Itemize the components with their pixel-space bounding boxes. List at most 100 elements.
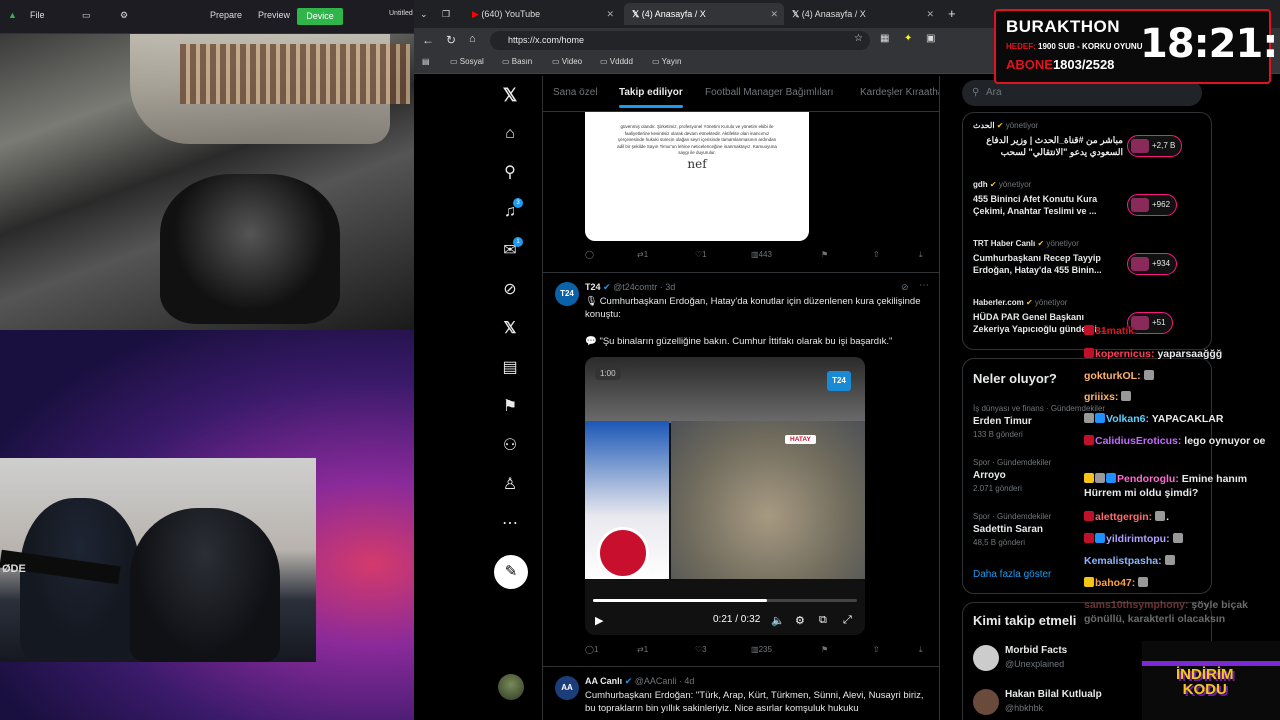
feed-tabs: Sana özel Takip ediliyor Football Manage… <box>543 76 939 112</box>
aa-avatar[interactable]: AA <box>555 676 579 700</box>
video-place-tag: HATAY <box>785 435 816 444</box>
chat-message: kopernicus: yaparsaağğğ <box>1084 347 1278 361</box>
download-icon[interactable]: ⤓ <box>919 250 923 260</box>
bookmark-sosyal[interactable]: ▭ Sosyal <box>450 57 484 66</box>
video-progress-bar[interactable] <box>593 599 857 602</box>
like-icon[interactable]: ♡ 1 <box>695 250 707 259</box>
reply-icon[interactable]: ◯ <box>585 250 594 259</box>
extension-2-icon[interactable]: ✦ <box>904 33 912 44</box>
more-icon[interactable]: ⋯ <box>499 513 521 535</box>
show-more-link[interactable]: Daha fazla göster <box>973 569 1051 580</box>
tab-youtube[interactable]: ▶ (640) YouTube ✕ <box>464 3 620 25</box>
chat-message: Kemalistpasha: <box>1084 554 1278 568</box>
download-icon[interactable]: ⤓ <box>919 645 923 655</box>
bookmark-basin[interactable]: ▭ Basın <box>502 57 532 66</box>
video-controls: ▶ 0:21 / 0:32 🔈 ⚙ ⧉ ⤢ <box>585 579 865 635</box>
tab-for-you[interactable]: Sana özel <box>553 87 597 98</box>
live-item-3[interactable]: TRT Haber Canlı ✔ yönetiyor Cumhurbaşkan… <box>973 239 1203 276</box>
t24-avatar[interactable]: T24 <box>555 282 579 306</box>
grok-post-icon[interactable]: ⊘ <box>901 282 909 293</box>
trend-item[interactable]: Spor · Gündemdekiler Arroyo 2.071 gönderi <box>973 457 1051 494</box>
chat-message: alettgergin: . <box>1084 510 1278 524</box>
notifications-bell-icon[interactable]: ♫ 3 <box>499 198 523 223</box>
stream-info-overlay: BURAKTHON HEDEF: 1900 SUB - KORKU OYUNU … <box>994 9 1280 84</box>
live-item-1[interactable]: الحدث ✔ yönetiyor مباشر من #قناة_الحدث |… <box>973 121 1203 158</box>
tab-x-home-active[interactable]: 𝕏 (4) Anasayfa / X ✕ <box>624 3 784 25</box>
share-icon[interactable]: ⇧ <box>873 645 880 654</box>
retweet-icon[interactable]: ⇄ 1 <box>637 645 648 654</box>
post-video-player[interactable]: HATAY 1:00 T24 ▶ 0:21 / 0:32 🔈 ⚙ ⧉ ⤢ <box>585 357 865 635</box>
tab-x-home[interactable]: 𝕏 (4) Anasayfa / X ✕ <box>784 3 940 25</box>
share-icon[interactable]: ⇧ <box>873 250 880 259</box>
grok-icon[interactable]: ⊘ <box>499 279 521 301</box>
new-tab-button[interactable]: + <box>948 3 964 25</box>
bookmarks-icon[interactable]: ⚑ <box>499 396 521 418</box>
views-icon[interactable]: ▥ 235 <box>751 645 772 654</box>
bookmark-menu-icon[interactable]: ▤ <box>422 57 430 66</box>
trend-item[interactable]: Spor · Gündemdekiler Sadettin Saran 48,5 B… <box>973 511 1051 548</box>
account-avatar[interactable] <box>498 674 524 700</box>
explore-search-icon[interactable]: ⚲ <box>499 162 521 184</box>
pip-icon[interactable]: ⧉ <box>819 614 827 627</box>
back-icon[interactable]: ← <box>422 33 434 47</box>
like-icon[interactable]: ♡ 3 <box>695 645 707 654</box>
favorite-star-icon[interactable]: ☆ <box>854 33 863 44</box>
author-handle[interactable]: @t24comtr · 3d <box>613 282 675 292</box>
obs-logo-icon: ▲ <box>8 10 17 20</box>
bookmark-vdddd[interactable]: ▭ Vdddd <box>600 57 633 66</box>
post-more-icon[interactable]: ⋯ <box>919 280 929 291</box>
folder-icon[interactable]: ▭ <box>82 10 91 21</box>
bookmark-icon[interactable]: ⚑ <box>821 645 828 654</box>
premium-x-icon[interactable]: 𝕏 <box>499 318 521 340</box>
obs-file-menu[interactable]: File <box>30 10 45 20</box>
subscriber-count: ABONE1803/2528 <box>1006 57 1115 72</box>
webcam-top-feed <box>0 34 414 330</box>
play-icon[interactable]: ▶ <box>595 614 603 627</box>
tab-fm-list[interactable]: Football Manager Bağımlıları <box>705 87 833 98</box>
tab-following[interactable]: Takip ediliyor <box>619 87 683 108</box>
author-handle[interactable]: @AACanli · 4d <box>635 676 695 686</box>
discount-code-overlay: İNDİRİM KODU <box>1142 641 1280 720</box>
fullscreen-icon[interactable]: ⤢ <box>843 614 852 627</box>
views-icon[interactable]: ▥ 443 <box>751 250 772 259</box>
author-name[interactable]: AA Canlı <box>585 676 622 686</box>
home-icon[interactable]: ⌂ <box>469 33 476 45</box>
refresh-icon[interactable]: ↻ <box>446 33 456 47</box>
retweet-icon[interactable]: ⇄ 1 <box>637 250 648 259</box>
post-document-image[interactable]: güvenmiş olandır. Şirketimiz, profesyone… <box>585 112 809 241</box>
communities-icon[interactable]: ⚇ <box>499 435 521 457</box>
chat-message: 31matik <box>1084 324 1278 338</box>
messages-mail-icon[interactable]: ✉ 1 <box>499 237 523 262</box>
profile-icon[interactable]: ♙ <box>499 474 521 496</box>
device-tab[interactable]: Device <box>297 8 343 25</box>
extension-3-icon[interactable]: ▣ <box>926 33 935 44</box>
reply-icon[interactable]: ◯ 1 <box>585 645 598 654</box>
lists-icon[interactable]: ▤ <box>499 357 521 379</box>
preview-tab[interactable]: Preview <box>258 10 290 20</box>
extension-icon[interactable]: ▦ <box>880 33 889 44</box>
tab-actions-icon[interactable]: ❐ <box>442 3 458 25</box>
promo-line-1: İNDİRİM <box>1176 666 1234 683</box>
tab-kardesler-list[interactable]: Kardeşler Kıraathanesi <box>860 87 939 98</box>
author-name[interactable]: T24 <box>585 282 601 292</box>
compose-post-button[interactable]: ✎ <box>494 555 528 589</box>
timeline-feed: Sana özel Takip ediliyor Football Manage… <box>542 76 940 720</box>
x-logo-icon[interactable]: 𝕏 <box>499 84 521 106</box>
post-2-text: 🎙 Cumhurbaşkanı Erdoğan, Hatay'da konutl… <box>585 296 921 320</box>
volume-icon[interactable]: 🔈 <box>771 614 785 627</box>
verified-badge-icon: ✔ <box>624 676 633 686</box>
chat-message: baho47: <box>1084 576 1278 590</box>
stream-clock: 18:21:53 <box>1140 21 1280 67</box>
bookmark-video[interactable]: ▭ Video <box>552 57 582 66</box>
gear-icon[interactable]: ⚙ <box>120 10 128 21</box>
live-item-2[interactable]: gdh ✔ yönetiyor 455 Bininci Afet Konutu … <box>973 180 1203 217</box>
live-broadcasts-card: الحدث ✔ yönetiyor مباشر من #قناة_الحدث |… <box>962 112 1212 350</box>
bookmark-yayin[interactable]: ▭ Yayın <box>652 57 682 66</box>
post-2-header: T24 ✔ @t24comtr · 3d <box>585 282 675 293</box>
url-input[interactable]: https://x.com/home <box>490 31 870 50</box>
prepare-tab[interactable]: Prepare <box>210 10 242 20</box>
video-settings-icon[interactable]: ⚙ <box>795 614 805 627</box>
bookmark-icon[interactable]: ⚑ <box>821 250 828 259</box>
tab-menu-icon[interactable]: ⌄ <box>420 3 436 25</box>
home-nav-icon[interactable]: ⌂ <box>499 123 521 145</box>
